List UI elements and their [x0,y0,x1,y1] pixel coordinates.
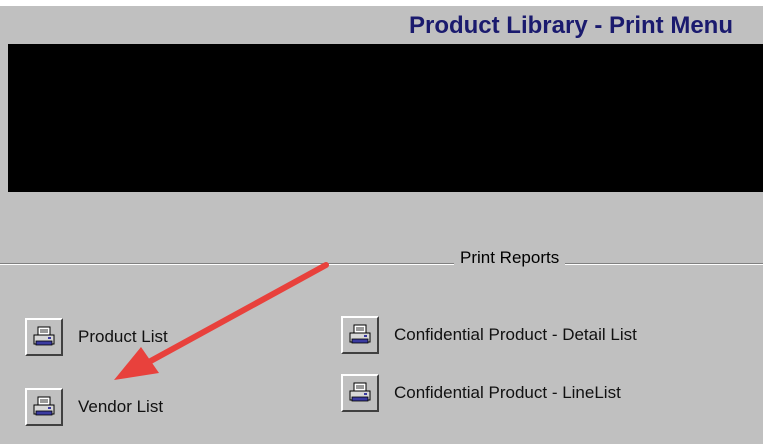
annotation-arrow-icon [114,262,329,380]
